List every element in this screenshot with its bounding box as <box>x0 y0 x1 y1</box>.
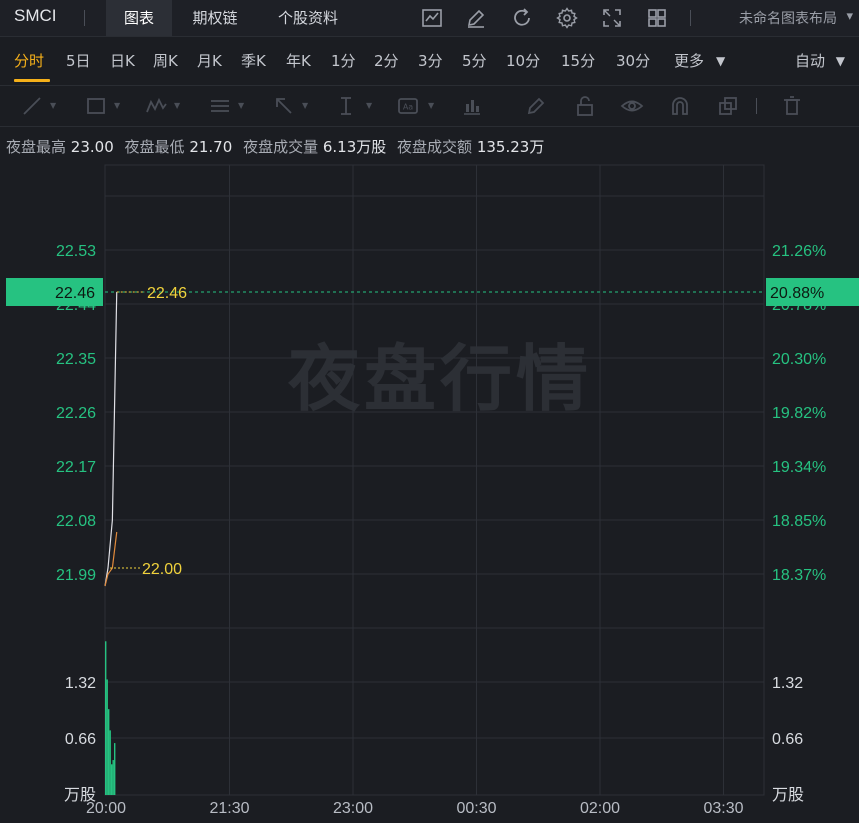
volume-axis-label: 1.32 <box>65 675 96 692</box>
time-axis-label: 23:00 <box>333 800 373 817</box>
price-axis-label: 22.35 <box>56 351 96 368</box>
volume-axis-label: 1.32 <box>772 675 803 692</box>
price-axis-label: 22.08 <box>56 513 96 530</box>
volume-bar <box>106 679 108 795</box>
percent-axis-label: 20.30% <box>772 351 826 368</box>
time-axis-label: 21:30 <box>209 800 249 817</box>
price-axis-label: 22.26 <box>56 405 96 422</box>
plot-frame <box>104 164 765 796</box>
volume-axis-label: 0.66 <box>65 731 96 748</box>
time-axis-label: 03:30 <box>703 800 743 817</box>
intraday-chart[interactable]: 20:00 21:30 23:00 00:30 02:00 03:3022.53 21.26… <box>0 0 859 823</box>
volume-bar <box>109 730 111 795</box>
time-axis-label: 00:30 <box>456 800 496 817</box>
price-axis-label: 22.17 <box>56 459 96 476</box>
current-pct-badge-label: 20.88% <box>770 285 824 302</box>
current-price-badge-label: 22.46 <box>55 285 95 302</box>
volume-unit-label: 万股 <box>64 785 96 804</box>
low-marker-label: 22.00 <box>142 561 182 578</box>
volume-bar <box>112 760 114 795</box>
volume-unit-label: 万股 <box>772 785 804 804</box>
percent-axis-label: 19.34% <box>772 459 826 476</box>
volume-bar <box>108 709 110 795</box>
volume-bar <box>114 743 116 795</box>
volume-axis-label: 0.66 <box>772 731 803 748</box>
volume-bar <box>105 641 107 795</box>
volume-bar <box>111 764 113 795</box>
time-axis-label: 02:00 <box>580 800 620 817</box>
percent-axis-label: 19.82% <box>772 405 826 422</box>
price-axis-label: 21.99 <box>56 567 96 584</box>
high-marker-label: 22.46 <box>147 285 187 302</box>
price-axis-label: 22.53 <box>56 243 96 260</box>
percent-axis-label: 21.26% <box>772 243 826 260</box>
percent-axis-label: 18.37% <box>772 567 826 584</box>
percent-axis-label: 18.85% <box>772 513 826 530</box>
